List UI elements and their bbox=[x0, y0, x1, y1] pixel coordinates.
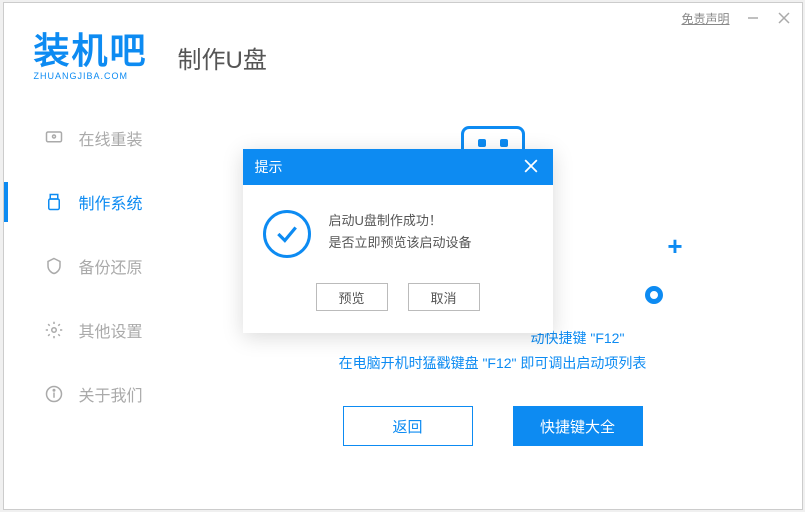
ring-icon bbox=[645, 286, 663, 304]
dialog-line-1: 启动U盘制作成功！ bbox=[329, 210, 472, 232]
gear-icon bbox=[44, 320, 64, 340]
sidebar: 在线重装 制作系统 备份还原 其他设置 bbox=[4, 96, 184, 509]
dialog-body: 启动U盘制作成功！ 是否立即预览该启动设备 bbox=[243, 185, 553, 278]
dialog-close-button[interactable] bbox=[521, 157, 541, 178]
shield-icon bbox=[44, 256, 64, 276]
nav-other-settings[interactable]: 其他设置 bbox=[4, 298, 184, 362]
actions: 返回 快捷键大全 bbox=[343, 406, 643, 446]
plus-icon: + bbox=[667, 231, 682, 262]
nav-make-system[interactable]: 制作系统 bbox=[4, 170, 184, 234]
tip-line-2: 在电脑开机时猛戳键盘 "F12" 即可调出启动项列表 bbox=[339, 351, 647, 376]
header: 装机吧 ZHUANGJIBA.COM 制作U盘 bbox=[4, 33, 802, 96]
success-dialog: 提示 启动U盘制作成功！ 是否立即预览该启动设备 预览 取消 bbox=[243, 149, 553, 333]
logo-subtext: ZHUANGJIBA.COM bbox=[34, 71, 129, 81]
checkmark-icon bbox=[263, 210, 311, 258]
page-title: 制作U盘 bbox=[178, 40, 267, 75]
close-button[interactable] bbox=[776, 10, 792, 26]
nav-about[interactable]: 关于我们 bbox=[4, 362, 184, 426]
info-icon bbox=[44, 384, 64, 404]
dialog-title: 提示 bbox=[255, 157, 283, 177]
cancel-button[interactable]: 取消 bbox=[408, 283, 480, 311]
nav-label: 在线重装 bbox=[79, 126, 143, 150]
dialog-line-2: 是否立即预览该启动设备 bbox=[329, 232, 472, 254]
logo: 装机吧 ZHUANGJIBA.COM bbox=[34, 33, 148, 81]
nav-label: 制作系统 bbox=[79, 190, 143, 214]
nav-online-reinstall[interactable]: 在线重装 bbox=[4, 106, 184, 170]
dialog-header: 提示 bbox=[243, 149, 553, 185]
tips: 动快捷键 "F12" 在电脑开机时猛戳键盘 "F12" 即可调出启动项列表 bbox=[339, 326, 647, 376]
dialog-message: 启动U盘制作成功！ 是否立即预览该启动设备 bbox=[329, 210, 472, 254]
nav-label: 关于我们 bbox=[79, 382, 143, 406]
back-button[interactable]: 返回 bbox=[343, 406, 473, 446]
nav-label: 备份还原 bbox=[79, 254, 143, 278]
titlebar: 免责声明 bbox=[4, 3, 802, 33]
monitor-icon bbox=[44, 128, 64, 148]
shortcuts-button[interactable]: 快捷键大全 bbox=[513, 406, 643, 446]
dialog-actions: 预览 取消 bbox=[243, 278, 553, 333]
nav-backup-restore[interactable]: 备份还原 bbox=[4, 234, 184, 298]
preview-button[interactable]: 预览 bbox=[316, 283, 388, 311]
disclaimer-link[interactable]: 免责声明 bbox=[681, 10, 729, 27]
nav-label: 其他设置 bbox=[79, 318, 143, 342]
minimize-button[interactable] bbox=[745, 10, 761, 26]
usb-icon bbox=[44, 192, 64, 212]
app-window: 免责声明 装机吧 ZHUANGJIBA.COM 制作U盘 在线重装 bbox=[3, 2, 803, 510]
logo-text: 装机吧 bbox=[34, 33, 148, 69]
